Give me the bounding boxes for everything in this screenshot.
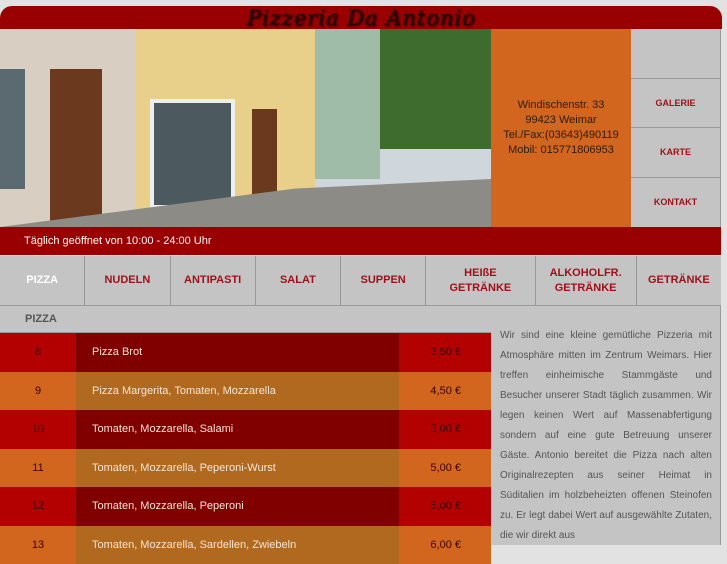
menu-row: 9Pizza Margerita, Tomaten, Mozzarella4,5… — [0, 372, 491, 411]
tab-nudeln[interactable]: NUDELN — [85, 256, 170, 305]
address-city: 99423 Weimar — [503, 113, 618, 128]
tab-suppen[interactable]: SUPPEN — [341, 256, 426, 305]
tab-getraenke[interactable]: GETRÄNKE — [637, 256, 721, 305]
item-price: 5,00 € — [399, 410, 491, 449]
nav-kontakt[interactable]: KONTAKT — [631, 178, 720, 228]
section-heading: PIZZA — [0, 306, 491, 333]
item-description: Pizza Brot — [76, 333, 399, 372]
site-header: Pizzeria Da Antonio — [0, 6, 722, 29]
item-description: Pizza Margerita, Tomaten, Mozzarella — [76, 372, 399, 411]
tab-antipasti[interactable]: ANTIPASTI — [171, 256, 256, 305]
item-number: 8 — [0, 333, 76, 372]
item-number: 11 — [0, 449, 76, 488]
nav-karte[interactable]: KARTE — [631, 128, 720, 178]
item-number: 9 — [0, 372, 76, 411]
address-phone: Tel./Fax:(03643)490119 — [503, 128, 618, 143]
tab-pizza[interactable]: PIZZA — [0, 256, 85, 305]
item-description: Tomaten, Mozzarella, Peperoni-Wurst — [76, 449, 399, 488]
address-street: Windischenstr. 33 — [503, 98, 618, 113]
menu-row: 11Tomaten, Mozzarella, Peperoni-Wurst5,0… — [0, 449, 491, 488]
item-description: Tomaten, Mozzarella, Peperoni — [76, 487, 399, 526]
menu-row: 10Tomaten, Mozzarella, Salami5,00 € — [0, 410, 491, 449]
nav-spacer — [631, 29, 720, 79]
item-price: 5,00 € — [399, 449, 491, 488]
item-price: 5,00 € — [399, 487, 491, 526]
menu-tabs: PIZZA NUDELN ANTIPASTI SALAT SUPPEN HEIß… — [0, 256, 721, 306]
address-mobile: Mobil: 015771806953 — [503, 143, 618, 158]
site-title: Pizzeria Da Antonio — [246, 6, 475, 30]
item-description: Tomaten, Mozzarella, Salami — [76, 410, 399, 449]
nav-galerie[interactable]: GALERIE — [631, 79, 720, 129]
tab-alkoholfrei-getraenke[interactable]: ALKOHOLFR. GETRÄNKE — [536, 256, 637, 305]
opening-hours: Täglich geöffnet von 10:00 - 24:00 Uhr — [0, 227, 721, 255]
address-box: Windischenstr. 33 99423 Weimar Tel./Fax:… — [491, 29, 631, 227]
menu-row: 8Pizza Brot3,50 € — [0, 333, 491, 372]
tab-heisse-getraenke[interactable]: HEIßE GETRÄNKE — [426, 256, 535, 305]
item-price: 3,50 € — [399, 333, 491, 372]
item-number: 12 — [0, 487, 76, 526]
restaurant-photo — [0, 29, 491, 227]
menu-table: 8Pizza Brot3,50 € 9Pizza Margerita, Toma… — [0, 333, 491, 564]
tab-salat[interactable]: SALAT — [256, 256, 341, 305]
item-price: 4,50 € — [399, 372, 491, 411]
about-text: Wir sind eine kleine gemütliche Pizzeria… — [491, 306, 721, 545]
menu-row: 12Tomaten, Mozzarella, Peperoni5,00 € — [0, 487, 491, 526]
item-number: 10 — [0, 410, 76, 449]
side-nav: GALERIE KARTE KONTAKT — [631, 29, 721, 227]
